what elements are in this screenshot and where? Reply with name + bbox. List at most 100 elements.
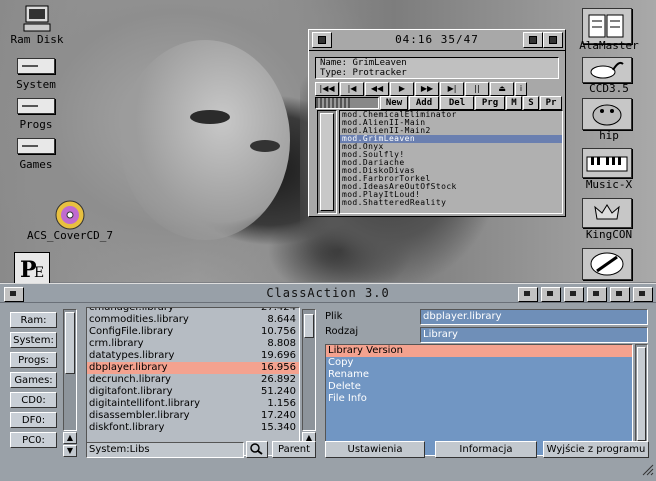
eject-button[interactable]: ⏏ xyxy=(490,82,514,96)
desktop-icon-ccd[interactable]: CCD3.5 xyxy=(582,57,632,95)
keyboard-icon xyxy=(586,156,628,172)
play-button[interactable]: ▶ xyxy=(390,82,414,96)
first-track-button[interactable]: |◀◀ xyxy=(315,82,339,96)
device-button-df0[interactable]: DF0: xyxy=(10,412,57,428)
action-item[interactable]: Rename xyxy=(326,369,632,381)
file-size: 10.756 xyxy=(261,326,296,337)
file-row[interactable]: decrunch.library 26.892 xyxy=(87,374,299,386)
file-row[interactable]: ConfigFile.library 10.756 xyxy=(87,326,299,338)
info-button[interactable]: Informacja xyxy=(435,441,537,458)
device-button-progs[interactable]: Progs: xyxy=(10,352,57,368)
device-scroll-knob[interactable] xyxy=(65,312,75,374)
action-item[interactable]: File Info xyxy=(326,393,632,405)
wallpaper-eye xyxy=(190,110,230,124)
depth-icon[interactable] xyxy=(633,287,653,302)
file-name: disassembler.library xyxy=(89,410,190,421)
action-list[interactable]: Library Version Copy Rename Delete File Info xyxy=(325,344,633,456)
search-button[interactable] xyxy=(246,441,268,458)
file-size: 8.808 xyxy=(267,338,296,349)
file-row[interactable]: commodities.library 8.644 xyxy=(87,314,299,326)
file-row[interactable]: cmanager.library 27.424 xyxy=(87,308,299,314)
desktop-icon-ram-disk[interactable]: Ram Disk xyxy=(4,4,70,46)
action-item[interactable]: Library Version xyxy=(326,345,632,357)
action-scroll-knob[interactable] xyxy=(637,347,646,441)
song-progress-fill xyxy=(316,98,351,108)
scroll-down-icon[interactable]: ▼ xyxy=(63,445,77,457)
desktop-icon-kingcon[interactable]: KingCON xyxy=(582,198,632,241)
file-scrollbar[interactable] xyxy=(302,309,316,431)
file-row[interactable]: dbplayer.library 16.956 xyxy=(87,362,299,374)
file-row[interactable]: digitafont.library 51.240 xyxy=(87,386,299,398)
depth-icon[interactable] xyxy=(523,32,543,48)
device-scrollbar[interactable] xyxy=(63,309,77,431)
desktop-icon-system[interactable]: System xyxy=(8,58,64,91)
pause-button[interactable]: || xyxy=(465,82,489,96)
s-button[interactable]: S xyxy=(523,96,539,110)
device-button-cd0[interactable]: CD0: xyxy=(10,392,57,408)
action-item[interactable]: Delete xyxy=(326,381,632,393)
rewind-button[interactable]: ◀◀ xyxy=(365,82,389,96)
device-button-system[interactable]: System: xyxy=(10,332,57,348)
desktop-icon-music-x[interactable]: Music-X xyxy=(582,148,632,191)
pe-logo-icon[interactable]: P E xyxy=(14,252,50,284)
fast-forward-button[interactable]: ▶▶ xyxy=(415,82,439,96)
exit-button[interactable]: Wyjście z programu xyxy=(543,441,649,458)
file-size: 17.240 xyxy=(261,410,296,421)
program-button[interactable]: Prg xyxy=(475,96,505,110)
file-row[interactable]: diskfont.library 15.340 xyxy=(87,422,299,434)
desktop-icon-games[interactable]: Games xyxy=(8,138,64,171)
path-input[interactable]: System:Libs xyxy=(86,442,244,458)
rodzaj-field[interactable]: Library xyxy=(420,327,648,343)
harddisk-icon xyxy=(17,58,55,74)
action-item[interactable]: Copy xyxy=(326,357,632,369)
add-button[interactable]: Add xyxy=(409,96,439,110)
playlist-item[interactable]: mod.ShatteredReality xyxy=(340,199,562,207)
file-scroll-knob[interactable] xyxy=(304,314,314,338)
file-list[interactable]: cmanager.library 27.424 commodities.librar… xyxy=(86,307,300,456)
delete-button[interactable]: Del xyxy=(440,96,474,110)
plik-field[interactable]: dbplayer.library xyxy=(420,309,648,325)
file-row[interactable]: digitaintellifont.library 1.156 xyxy=(87,398,299,410)
file-row[interactable]: datatypes.library 19.696 xyxy=(87,350,299,362)
playlist-scrollbar[interactable] xyxy=(317,110,337,214)
desktop-icon-acs[interactable] xyxy=(582,248,632,280)
info-button[interactable]: i xyxy=(515,82,527,96)
desktop-icon-label: KingCON xyxy=(585,228,633,241)
module-info-panel: Name: GrimLeaven Type: Protracker xyxy=(315,57,559,79)
resize-grip-icon[interactable] xyxy=(642,464,654,476)
pr-button[interactable]: Pr xyxy=(540,96,562,110)
prev-track-button[interactable]: |◀ xyxy=(340,82,364,96)
classaction-title-bar[interactable]: ClassAction 3.0 xyxy=(0,284,656,303)
device-button-pc0[interactable]: PC0: xyxy=(10,432,57,448)
desktop-icon-hip[interactable]: hip xyxy=(582,98,632,142)
resize-grip-glyph-icon xyxy=(642,464,654,476)
snapshot-icon[interactable] xyxy=(541,287,561,302)
desktop-icon-cd[interactable]: ACS_CoverCD_7 xyxy=(4,200,136,242)
device-button-games[interactable]: Games: xyxy=(10,372,57,388)
harddisk-icon xyxy=(17,138,55,154)
parent-button[interactable]: Parent xyxy=(272,441,316,458)
next-track-button[interactable]: ▶| xyxy=(440,82,464,96)
desktop-icon-progs[interactable]: Progs xyxy=(8,98,64,131)
rodzaj-label: Rodzaj xyxy=(325,326,359,337)
scroll-up-icon[interactable]: ▲ xyxy=(63,432,77,444)
lock-icon[interactable] xyxy=(587,287,607,302)
desktop-icon-alamaster[interactable]: AlaMaster xyxy=(579,8,639,52)
playlist[interactable]: mod.ChemicalEliminator mod.AlienII-Main mo… xyxy=(339,110,563,214)
playlist-scroll-knob[interactable] xyxy=(320,113,334,211)
settings-button[interactable]: Ustawienia xyxy=(325,441,425,458)
file-name: ConfigFile.library xyxy=(89,326,174,337)
iconify-icon[interactable] xyxy=(518,287,538,302)
action-scrollbar[interactable] xyxy=(635,344,648,456)
pe-logo-glyph-icon: P E xyxy=(20,257,44,283)
file-row[interactable]: disassembler.library 17.240 xyxy=(87,410,299,422)
zoom-icon[interactable] xyxy=(543,32,563,48)
file-row[interactable]: crm.library 8.808 xyxy=(87,338,299,350)
m-button[interactable]: M xyxy=(506,96,522,110)
player-title-bar[interactable]: 04:16 35/47 xyxy=(309,30,565,51)
zoom-icon[interactable] xyxy=(610,287,630,302)
device-button-ram[interactable]: Ram: xyxy=(10,312,57,328)
new-button[interactable]: New xyxy=(380,96,408,110)
song-progress-bar[interactable] xyxy=(315,97,379,109)
resize-icon[interactable] xyxy=(564,287,584,302)
